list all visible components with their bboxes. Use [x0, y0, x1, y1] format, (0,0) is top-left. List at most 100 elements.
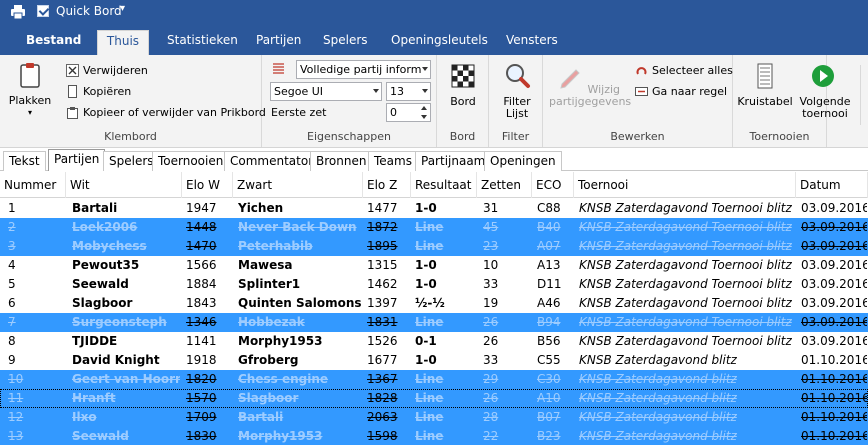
cell-resultaat: Line [415, 429, 444, 443]
col-toernooi[interactable]: Toernooi [574, 172, 796, 198]
cell-eco: A46 [537, 296, 561, 310]
table-row[interactable]: 6 Slagboor 1843 Quinten Salomons 1397 ½-½ 19 A4… [0, 294, 868, 313]
notation-combo[interactable]: Volledige partij inform [296, 60, 431, 79]
tab-vensters[interactable]: Vensters [506, 33, 558, 47]
cell-resultaat: 1-0 [415, 353, 437, 367]
cell-toernooi: KNSB Zaterdagavond Toernooi blitz [579, 239, 792, 253]
chessboard-icon [451, 64, 475, 88]
tab-spelers[interactable]: Spelers [323, 33, 368, 47]
col-nummer[interactable]: Nummer [0, 172, 66, 198]
cell-zwart: Splinter1 [238, 277, 301, 291]
tab-teams[interactable]: Teams [368, 151, 418, 171]
quick-access-dropdown-icon[interactable]: ▾ [120, 3, 125, 14]
first-move-spinner[interactable]: 0 [386, 103, 431, 122]
table-row[interactable]: 9 David Knight 1918 Gfroberg 1677 1-0 33 C55 KNS… [0, 351, 868, 370]
cell-zwart: Yichen [238, 201, 284, 215]
cell-eco: A07 [537, 239, 561, 253]
col-zetten[interactable]: Zetten [477, 172, 532, 198]
cell-elo-w: 1918 [186, 353, 217, 367]
tab-commentator[interactable]: Commentator [224, 151, 320, 171]
cell-resultaat: Line [415, 410, 444, 424]
cell-datum: 03.09.2016 [801, 201, 867, 215]
tab-openingsleutels[interactable]: Openingsleutels [391, 33, 488, 47]
table-row[interactable]: 13 Seewald 1830 Morphy1953 1598 Line 22 B23 KNSB… [0, 427, 868, 445]
table-row[interactable]: 8 TJIDDE 1141 Morphy1953 1526 0-1 26 B56 KNSB Za… [0, 332, 868, 351]
table-row[interactable]: 7 Surgeonsteph 1346 Hobbezak 1831 Line 26 B94 KN… [0, 313, 868, 332]
cell-nummer: 13 [8, 429, 24, 443]
cell-elo-z: 1828 [367, 391, 398, 405]
cell-wit: Geert van Hoorn [72, 372, 180, 386]
cell-resultaat: ½-½ [415, 296, 445, 310]
printer-icon[interactable] [10, 4, 26, 20]
col-resultaat[interactable]: Resultaat [411, 172, 477, 198]
table-row[interactable]: 2 Loek2006 1448 Never Back Down 1872 Line 45 B4… [0, 218, 868, 237]
cell-nummer: 7 [8, 315, 16, 329]
copy-button[interactable]: Kopiëren [66, 85, 131, 98]
cell-datum: 03.09.2016 [801, 220, 867, 234]
cell-zetten: 31 [483, 201, 499, 215]
cell-zetten: 29 [483, 372, 499, 386]
cell-datum: 03.09.2016 [801, 258, 867, 272]
col-elo-w[interactable]: Elo W [182, 172, 233, 198]
font-size-combo[interactable]: 13 [386, 82, 431, 101]
select-all-button[interactable]: Selecteer alles [635, 64, 733, 77]
tab-bronnen[interactable]: Bronnen [310, 151, 373, 171]
cell-zetten: 19 [483, 296, 499, 310]
tab-thuis[interactable]: Thuis [97, 30, 149, 55]
copy-or-delete-clipboard-button[interactable]: Kopieer of verwijder van Prikbord [66, 106, 266, 119]
cell-zetten: 10 [483, 258, 499, 272]
quick-board-checkbox[interactable] [37, 5, 49, 17]
font-combo[interactable]: Segoe UI [270, 82, 382, 101]
filter-list-button[interactable]: Filter Lijst [497, 62, 537, 120]
paste-button[interactable]: Plakken ▾ [8, 61, 52, 119]
tab-toernooien-list[interactable]: Toernooien [152, 151, 230, 171]
cell-zetten: 26 [483, 334, 499, 348]
goto-line-button[interactable]: Ga naar regel [635, 85, 727, 98]
tab-partijnaam[interactable]: Partijnaam [415, 151, 492, 171]
table-row[interactable]: 3 Mobychess 1470 Peterhabib 1895 Line 23 A07 KNS… [0, 237, 868, 256]
tab-bestand[interactable]: Bestand [26, 33, 81, 47]
paste-label: Plakken [8, 94, 52, 107]
edit-game-data-button[interactable]: Wijzig partijgegevens [549, 62, 631, 108]
table-row[interactable]: 10 Geert van Hoorn 1820 Chess engine 1367 Lin… [0, 370, 868, 389]
tab-partijen-list[interactable]: Partijen [48, 149, 106, 171]
cell-resultaat: Line [415, 372, 444, 386]
clipboard-icon [20, 63, 40, 88]
cell-toernooi: KNSB Zaterdagavond Toernooi blitz [579, 315, 792, 329]
cell-wit: Surgeonsteph [72, 315, 167, 329]
ribbon-tab-strip: Bestand Thuis Statistieken Partijen Spel… [0, 25, 868, 55]
cell-wit: Bartali [72, 201, 118, 215]
cell-wit: Loek2006 [72, 220, 138, 234]
cell-zetten: 28 [483, 410, 499, 424]
table-row[interactable]: 11 Hranft 1570 Slagboor 1828 Line 26 A10 KNSB Za… [0, 389, 868, 408]
col-elo-z[interactable]: Elo Z [363, 172, 411, 198]
cell-zwart: Peterhabib [238, 239, 313, 253]
cell-eco: C55 [537, 353, 561, 367]
cell-nummer: 9 [8, 353, 16, 367]
col-zwart[interactable]: Zwart [233, 172, 363, 198]
board-button[interactable]: Bord [445, 62, 481, 108]
table-row[interactable]: 1 Bartali 1947 Yichen 1477 1-0 31 C88 KNSB Zater… [0, 199, 868, 218]
tab-openingen[interactable]: Openingen [484, 151, 562, 171]
col-wit[interactable]: Wit [66, 172, 182, 198]
cell-zwart: Quinten Salomons [238, 296, 362, 310]
cell-nummer: 3 [8, 239, 16, 253]
table-row[interactable]: 12 Ilxo 1709 Bartali 2063 Line 28 B07 KNSB Zater… [0, 408, 868, 427]
cell-resultaat: 1-0 [415, 277, 437, 291]
cell-elo-z: 1895 [367, 239, 398, 253]
group-label-filter: Filter [501, 130, 530, 143]
list-format-icon [273, 63, 284, 74]
group-bord: Bord Bord [437, 55, 489, 147]
table-row[interactable]: 4 Pewout35 1566 Mawesa 1315 1-0 10 A13 KNSB Zate… [0, 256, 868, 275]
delete-button[interactable]: Verwijderen [66, 64, 148, 77]
tab-tekst[interactable]: Tekst [3, 151, 46, 171]
cell-nummer: 6 [8, 296, 16, 310]
tab-statistieken[interactable]: Statistieken [167, 33, 238, 47]
crosstable-button[interactable]: Kruistabel [737, 62, 793, 108]
first-move-label: Eerste zet [271, 106, 327, 119]
tab-partijen[interactable]: Partijen [256, 33, 301, 47]
table-row[interactable]: 5 Seewald 1884 Splinter1 1462 1-0 33 D11 KNSB Za… [0, 275, 868, 294]
magnifier-icon [506, 64, 530, 88]
col-datum[interactable]: Datum [796, 172, 868, 198]
col-eco[interactable]: ECO [532, 172, 574, 198]
